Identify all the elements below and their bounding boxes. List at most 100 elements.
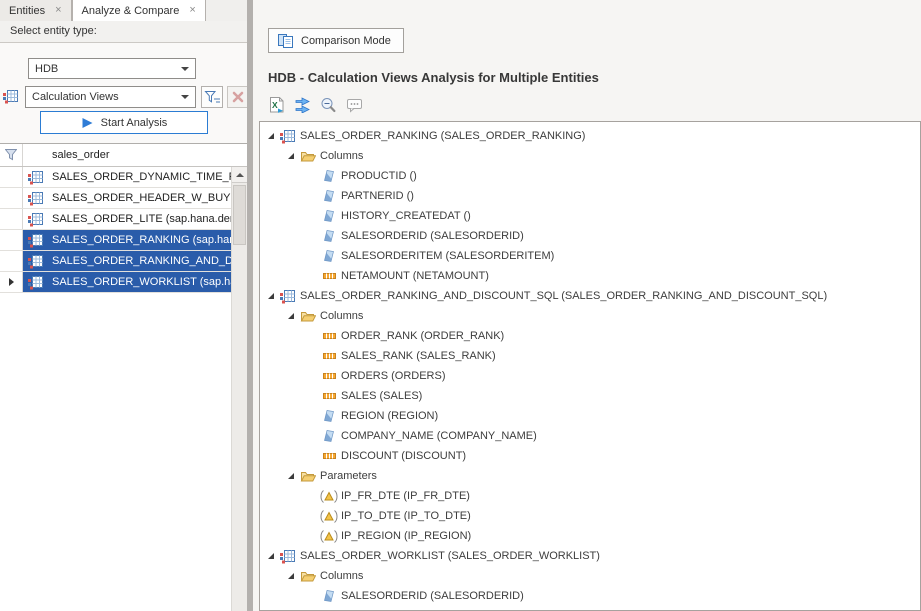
comments-icon[interactable] — [344, 95, 365, 115]
entity-name: SALES_ORDER_WORKLIST (sap.hana — [49, 272, 247, 292]
folder-open-icon — [299, 470, 317, 483]
calculation-view-icon — [279, 289, 297, 304]
tree-node[interactable]: SALES_ORDER_RANKING (SALES_ORDER_RANKING… — [260, 126, 920, 146]
start-analysis-button[interactable]: Start Analysis — [40, 111, 208, 134]
tree-node[interactable]: ORDERS (ORDERS) — [260, 366, 920, 386]
tree-node-label: SALESORDERITEM (SALESORDERITEM) — [341, 250, 554, 262]
filter-settings-button[interactable] — [201, 86, 223, 108]
expander-icon[interactable] — [288, 573, 299, 579]
tree-node-label: Columns — [320, 150, 363, 162]
analysis-tree: SALES_ORDER_RANKING (SALES_ORDER_RANKING… — [259, 121, 921, 611]
measure-icon — [320, 392, 338, 400]
attribute-icon — [320, 410, 338, 422]
view-type-dropdown[interactable]: Calculation Views — [25, 86, 196, 108]
filter-cell[interactable]: sales_order — [49, 144, 247, 166]
tree-node[interactable]: SALESORDERID (SALESORDERID) — [260, 226, 920, 246]
tree-node-label: IP_REGION (IP_REGION) — [341, 530, 471, 542]
tree-node[interactable]: IP_FR_DTE (IP_FR_DTE) — [260, 486, 920, 506]
tree-node[interactable]: PARTNERID (PARTNER_PARTNERID) — [260, 606, 920, 611]
tab-entities-label: Entities — [9, 5, 45, 17]
close-icon[interactable]: × — [189, 5, 195, 16]
export-excel-icon[interactable]: X — [266, 95, 287, 115]
tree-node[interactable]: NETAMOUNT (NETAMOUNT) — [260, 266, 920, 286]
tree-node[interactable]: PARTNERID () — [260, 186, 920, 206]
tree-node[interactable]: IP_TO_DTE (IP_TO_DTE) — [260, 506, 920, 526]
tree-node-label: SALESORDERID (SALESORDERID) — [341, 230, 524, 242]
play-icon — [81, 117, 94, 129]
measure-icon — [320, 452, 338, 460]
tree-node[interactable]: SALESORDERID (SALESORDERID) — [260, 586, 920, 606]
entity-name: SALES_ORDER_HEADER_W_BUYER ( — [49, 188, 247, 208]
zoom-icon[interactable] — [318, 95, 339, 115]
tree-node[interactable]: Columns — [260, 146, 920, 166]
expander-icon[interactable] — [288, 473, 299, 479]
tree-node[interactable]: SALES_ORDER_WORKLIST (SALES_ORDER_WORKLI… — [260, 546, 920, 566]
attribute-icon — [320, 590, 338, 602]
calculation-view-icon — [23, 251, 49, 271]
current-row-marker-icon — [9, 278, 14, 286]
tree-node-label: NETAMOUNT (NETAMOUNT) — [341, 270, 489, 282]
expand-all-icon[interactable] — [292, 95, 313, 115]
entity-name: SALES_ORDER_RANKING (sap.hana. — [49, 230, 247, 250]
tree-node-label: HISTORY_CREATEDAT () — [341, 210, 471, 222]
filter-icon — [204, 90, 221, 105]
tree-node[interactable]: SALES (SALES) — [260, 386, 920, 406]
calculation-view-icon — [23, 272, 49, 292]
row-indicator — [0, 188, 23, 208]
tree-node[interactable]: Parameters — [260, 466, 920, 486]
tab-analyze-compare[interactable]: Analyze & Compare × — [72, 0, 206, 21]
list-item[interactable]: SALES_ORDER_HEADER_W_BUYER ( — [0, 188, 247, 209]
analysis-panel: Comparison Mode HDB - Calculation Views … — [253, 0, 921, 611]
tree-node[interactable]: SALESORDERITEM (SALESORDERITEM) — [260, 246, 920, 266]
entity-selection-panel: Select entity type: HDB Calculation View… — [0, 21, 247, 611]
list-item[interactable]: SALES_ORDER_WORKLIST (sap.hana — [0, 272, 247, 293]
analysis-toolbar: X — [266, 95, 365, 115]
tree-node[interactable]: ORDER_RANK (ORDER_RANK) — [260, 326, 920, 346]
comparison-mode-button[interactable]: Comparison Mode — [268, 28, 404, 53]
entity-name: SALES_ORDER_DYNAMIC_TIME_PERI — [49, 167, 247, 187]
tree-node[interactable]: DISCOUNT (DISCOUNT) — [260, 446, 920, 466]
tree-node[interactable]: Columns — [260, 566, 920, 586]
view-type-value: Calculation Views — [32, 91, 181, 103]
attribute-icon — [320, 170, 338, 182]
expander-icon[interactable] — [288, 313, 299, 319]
scrollbar-thumb[interactable] — [233, 185, 246, 245]
list-item[interactable]: SALES_ORDER_RANKING_AND_DISCO — [0, 251, 247, 272]
tree-node[interactable]: SALES_ORDER_RANKING_AND_DISCOUNT_SQL (SA… — [260, 286, 920, 306]
tree-node[interactable]: COMPANY_NAME (COMPANY_NAME) — [260, 426, 920, 446]
row-indicator — [0, 251, 23, 271]
tree-node[interactable]: Columns — [260, 306, 920, 326]
close-icon[interactable]: × — [55, 5, 61, 16]
expander-icon[interactable] — [268, 133, 279, 139]
tree-node[interactable]: HISTORY_CREATEDAT () — [260, 206, 920, 226]
entity-type-dropdown[interactable]: HDB — [28, 58, 196, 79]
expander-icon[interactable] — [268, 553, 279, 559]
calculation-view-icon — [3, 89, 19, 104]
calculation-view-icon — [23, 188, 49, 208]
tree-node-label: IP_TO_DTE (IP_TO_DTE) — [341, 510, 471, 522]
tree-node-label: Columns — [320, 310, 363, 322]
tree-node[interactable]: PRODUCTID () — [260, 166, 920, 186]
attribute-icon — [320, 430, 338, 442]
chevron-down-icon — [181, 95, 189, 99]
list-item[interactable]: SALES_ORDER_DYNAMIC_TIME_PERI — [0, 167, 247, 188]
tree-node[interactable]: IP_REGION (IP_REGION) — [260, 526, 920, 546]
tree-node-label: SALES_ORDER_RANKING_AND_DISCOUNT_SQL (SA… — [300, 290, 827, 302]
attribute-icon — [320, 190, 338, 202]
scroll-up-icon[interactable] — [232, 167, 247, 183]
tree-node-label: SALESORDERID (SALESORDERID) — [341, 590, 524, 602]
folder-open-icon — [299, 150, 317, 163]
expander-icon[interactable] — [268, 293, 279, 299]
list-item[interactable]: SALES_ORDER_RANKING (sap.hana. — [0, 230, 247, 251]
calculation-view-icon — [23, 209, 49, 229]
attribute-icon — [320, 210, 338, 222]
expander-icon[interactable] — [288, 153, 299, 159]
tab-entities[interactable]: Entities × — [0, 0, 72, 21]
tree-node[interactable]: SALES_RANK (SALES_RANK) — [260, 346, 920, 366]
list-item[interactable]: SALES_ORDER_LITE (sap.hana.demo — [0, 209, 247, 230]
clear-filter-button[interactable] — [227, 86, 249, 108]
row-indicator — [0, 167, 23, 187]
scrollbar[interactable] — [231, 167, 247, 611]
select-entity-type-label: Select entity type: — [0, 21, 247, 43]
tree-node[interactable]: REGION (REGION) — [260, 406, 920, 426]
